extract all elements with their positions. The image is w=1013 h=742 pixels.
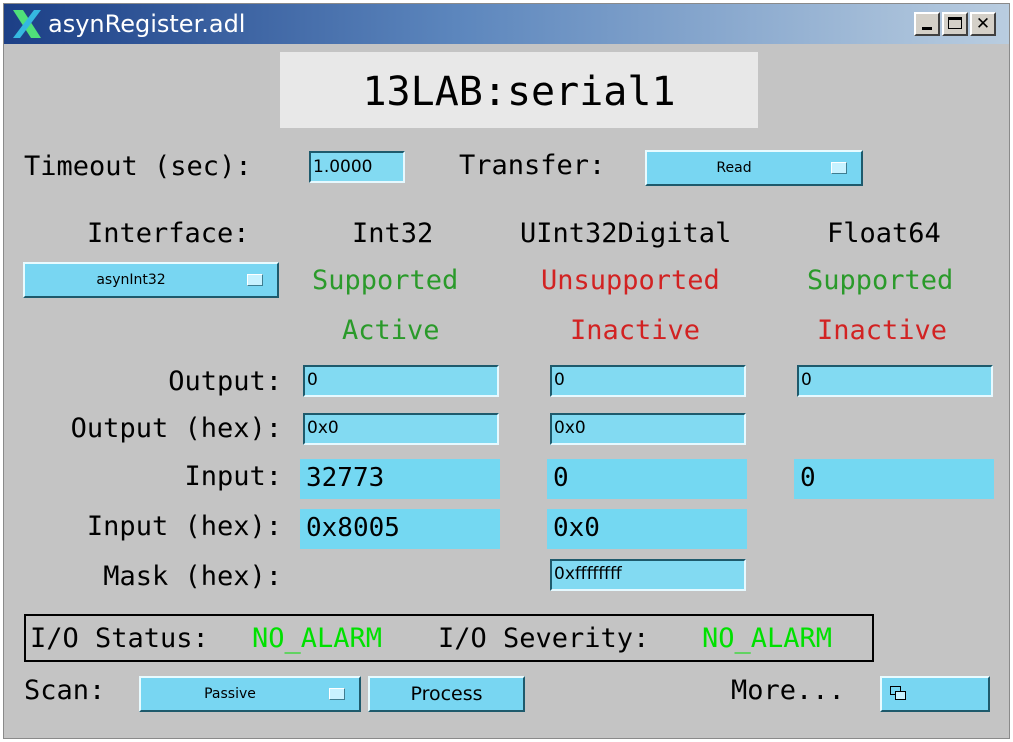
close-button[interactable]: ✕	[970, 12, 996, 36]
io-severity-value: NO_ALARM	[702, 623, 833, 654]
io-status-panel: I/O Status: NO_ALARM I/O Severity: NO_AL…	[24, 614, 874, 662]
float64-active-status: Inactive	[817, 315, 948, 346]
int32-input-readback: 32773	[300, 459, 500, 499]
int32-support-status: Supported	[312, 265, 459, 296]
interface-menu-value: asynInt32	[96, 272, 166, 288]
output-label: Output:	[168, 366, 282, 397]
window-title: asynRegister.adl	[48, 10, 246, 38]
pv-name: 13LAB:serial1	[362, 69, 676, 115]
minimize-icon	[922, 27, 932, 30]
uint32-support-status: Unsupported	[541, 265, 720, 296]
title-bar: asynRegister.adl ✕	[4, 4, 1009, 44]
windows-icon	[890, 686, 906, 700]
app-logo-icon	[13, 10, 41, 38]
menu-indicator-icon	[329, 688, 345, 700]
column-header-uint32digital: UInt32Digital	[520, 218, 732, 249]
pv-name-banner: 13LAB:serial1	[280, 52, 758, 128]
io-status-label: I/O Status:	[30, 623, 209, 654]
uint32-active-status: Inactive	[570, 315, 701, 346]
transfer-menu-value: Read	[716, 160, 752, 176]
transfer-menu[interactable]: Read	[645, 150, 863, 186]
scan-menu-value: Passive	[204, 686, 256, 702]
input-hex-label: Input (hex):	[86, 511, 282, 542]
output-hex-label: Output (hex):	[70, 413, 282, 444]
float64-output-input[interactable]: 0	[797, 365, 993, 397]
column-header-float64: Float64	[827, 218, 941, 249]
int32-output-input[interactable]: 0	[303, 365, 499, 397]
more-related-display-button[interactable]	[880, 676, 990, 712]
io-status-value: NO_ALARM	[252, 623, 383, 654]
column-header-int32: Int32	[352, 218, 434, 249]
int32-output-hex-input[interactable]: 0x0	[303, 413, 499, 445]
timeout-input[interactable]: 1.0000	[309, 151, 405, 183]
scan-label: Scan:	[24, 675, 106, 706]
close-icon: ✕	[975, 14, 991, 34]
menu-indicator-icon	[247, 274, 263, 286]
uint32-output-input[interactable]: 0	[550, 365, 746, 397]
minimize-button[interactable]	[914, 12, 940, 36]
float64-input-readback: 0	[794, 459, 994, 499]
maximize-button[interactable]	[942, 12, 968, 36]
input-label: Input:	[184, 461, 282, 492]
application-window: asynRegister.adl ✕ 13LAB:serial1 Timeout…	[3, 3, 1010, 739]
maximize-icon	[948, 17, 962, 29]
more-label: More...	[731, 675, 845, 706]
int32-input-hex-readback: 0x8005	[300, 509, 500, 549]
interface-menu[interactable]: asynInt32	[23, 262, 279, 298]
uint32-input-readback: 0	[547, 459, 747, 499]
transfer-label: Transfer:	[459, 150, 606, 181]
float64-support-status: Supported	[807, 265, 954, 296]
scan-menu[interactable]: Passive	[139, 676, 361, 712]
process-button-label: Process	[410, 683, 483, 705]
process-button[interactable]: Process	[368, 676, 525, 712]
menu-indicator-icon	[831, 162, 847, 174]
uint32-mask-hex-input[interactable]: 0xffffffff	[550, 559, 746, 591]
int32-active-status: Active	[342, 315, 440, 346]
mask-hex-label: Mask (hex):	[103, 561, 282, 592]
interface-label: Interface:	[87, 218, 250, 249]
timeout-label: Timeout (sec):	[24, 151, 252, 182]
uint32-output-hex-input[interactable]: 0x0	[550, 413, 746, 445]
io-severity-label: I/O Severity:	[438, 623, 650, 654]
uint32-input-hex-readback: 0x0	[547, 509, 747, 549]
